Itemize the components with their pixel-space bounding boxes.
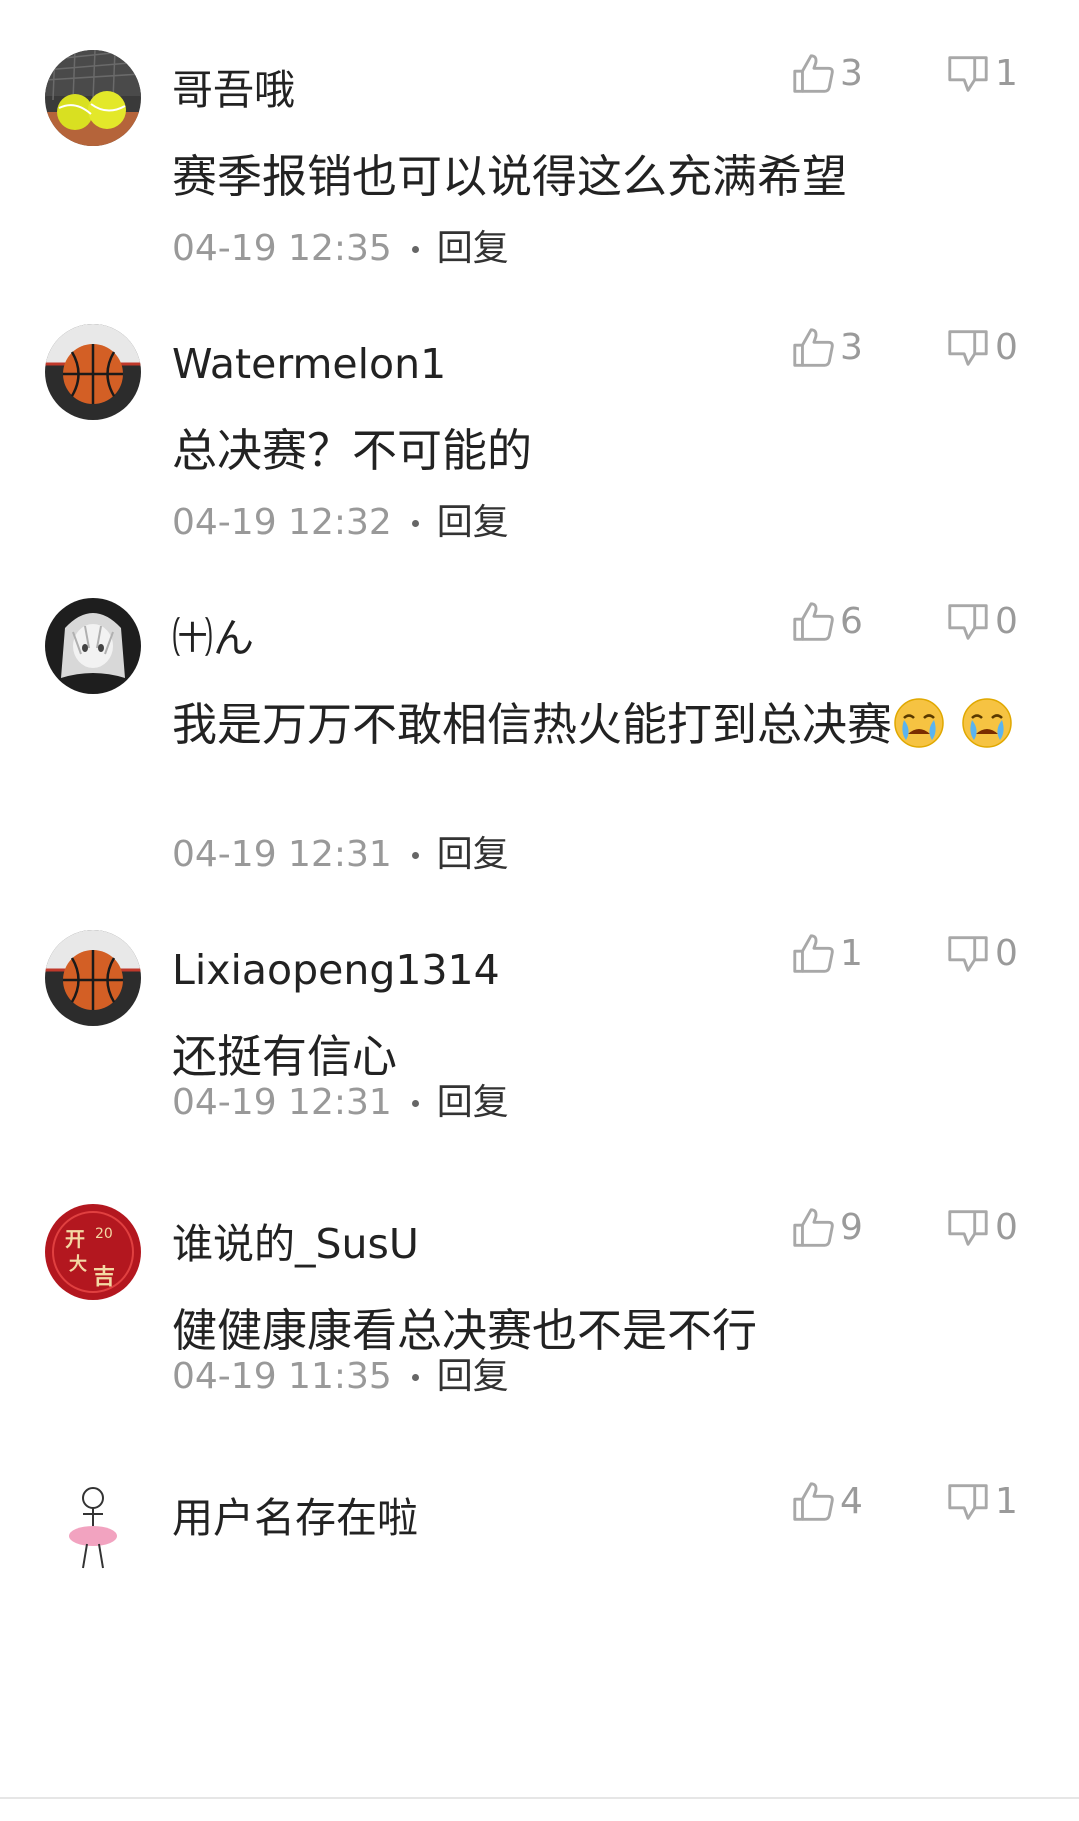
comment-item: ㈩ん 6 0 我是万万不敢相信热火能打到总决赛 04-19 12:31 回复 xyxy=(0,594,1079,914)
svg-text:20: 20 xyxy=(95,1226,113,1242)
avatar[interactable] xyxy=(45,930,141,1026)
comment-item: 用户名存在啦 4 1 xyxy=(0,1474,1079,1794)
like-button[interactable]: 1 xyxy=(790,928,863,980)
comment-text: 总决赛？不可能的 xyxy=(172,416,1022,486)
dislike-button[interactable]: 0 xyxy=(945,596,1018,648)
like-button[interactable]: 3 xyxy=(790,48,863,100)
comment-text-body: 赛季报销也可以说得这么充满希望 xyxy=(172,150,848,203)
reply-button[interactable]: 回复 xyxy=(437,226,509,272)
kai-men-da-ji-avatar-image: 开 20 大 吉 xyxy=(45,1204,141,1300)
dislike-button[interactable]: 1 xyxy=(945,48,1018,100)
comment-item: Lixiaopeng1314 1 0 还挺有信心 04-19 12:31 回复 xyxy=(0,926,1079,1246)
comment-bubble-icon xyxy=(948,936,988,972)
timestamp: 04-19 12:31 xyxy=(172,834,392,875)
comment-text: 赛季报销也可以说得这么充满希望 xyxy=(172,142,1022,212)
separator-dot xyxy=(411,851,419,859)
like-count: 9 xyxy=(840,1207,863,1248)
avatar[interactable] xyxy=(45,50,141,146)
like-count: 6 xyxy=(840,601,863,642)
comment-text-body: 健健康康看总决赛也不是不行 xyxy=(172,1304,758,1357)
dislike-count: 1 xyxy=(995,53,1018,94)
reply-button[interactable]: 回复 xyxy=(437,1080,509,1126)
timestamp: 04-19 11:35 xyxy=(172,1356,392,1397)
thumbs-up-icon xyxy=(793,602,834,641)
like-count: 3 xyxy=(840,53,863,94)
basketball-avatar-image xyxy=(45,324,141,420)
comment-item: 哥吾哦 3 1 赛季报销也可以说得这么充满希望 04-19 12:35 回复 xyxy=(0,46,1079,366)
username[interactable]: 哥吾哦 xyxy=(172,64,295,116)
comment-bubble-icon xyxy=(948,330,988,366)
dislike-button[interactable]: 0 xyxy=(945,322,1018,374)
comment-bubble-icon xyxy=(948,1484,988,1520)
like-count: 3 xyxy=(840,327,863,368)
thumbs-up-icon xyxy=(793,1208,834,1247)
anime-girl-avatar-image xyxy=(45,598,141,694)
separator-dot xyxy=(411,1373,419,1381)
comment-text-body: 还挺有信心 xyxy=(172,1030,398,1083)
avatar[interactable]: 开 20 大 吉 xyxy=(45,1204,141,1300)
like-button[interactable]: 3 xyxy=(790,322,863,374)
dislike-count: 0 xyxy=(995,933,1018,974)
dislike-count: 0 xyxy=(995,327,1018,368)
reply-button[interactable]: 回复 xyxy=(437,500,509,546)
like-count: 1 xyxy=(840,933,863,974)
comment-meta: 04-19 11:35 回复 xyxy=(172,1354,509,1400)
comment-meta: 04-19 12:35 回复 xyxy=(172,226,509,272)
crying-face-emoji xyxy=(960,696,1014,750)
reply-button[interactable]: 回复 xyxy=(437,832,509,878)
comment-meta: 04-19 12:31 回复 xyxy=(172,1080,509,1126)
basketball-avatar-image xyxy=(45,930,141,1026)
dislike-count: 0 xyxy=(995,1207,1018,1248)
timestamp: 04-19 12:31 xyxy=(172,1082,392,1123)
dislike-button[interactable]: 1 xyxy=(945,1476,1018,1528)
timestamp: 04-19 12:35 xyxy=(172,228,392,269)
tennis-balls-avatar-image xyxy=(45,50,141,146)
separator-dot xyxy=(411,245,419,253)
avatar[interactable] xyxy=(45,598,141,694)
reply-button[interactable]: 回复 xyxy=(437,1354,509,1400)
like-button[interactable]: 9 xyxy=(790,1202,863,1254)
username[interactable]: 谁说的_SusU xyxy=(172,1218,419,1270)
comment-bubble-icon xyxy=(948,1210,988,1246)
dislike-button[interactable]: 0 xyxy=(945,928,1018,980)
like-button[interactable]: 6 xyxy=(790,596,863,648)
dislike-button[interactable]: 0 xyxy=(945,1202,1018,1254)
like-button[interactable]: 4 xyxy=(790,1476,863,1528)
divider xyxy=(0,1797,1079,1799)
dislike-count: 0 xyxy=(995,601,1018,642)
dancer-avatar-image xyxy=(45,1478,141,1574)
svg-text:大: 大 xyxy=(69,1253,87,1275)
thumbs-up-icon xyxy=(793,328,834,367)
comment-item: 开 20 大 吉 谁说的_SusU 9 0 健健康康看总决赛也不是不行 04-1… xyxy=(0,1200,1079,1520)
username[interactable]: Lixiaopeng1314 xyxy=(172,944,500,996)
comment-meta: 04-19 12:31 回复 xyxy=(172,832,509,878)
comment-bubble-icon xyxy=(948,604,988,640)
avatar[interactable] xyxy=(45,324,141,420)
thumbs-up-icon xyxy=(793,1482,834,1521)
svg-text:吉: 吉 xyxy=(93,1264,115,1290)
timestamp: 04-19 12:32 xyxy=(172,502,392,543)
comment-bubble-icon xyxy=(948,56,988,92)
comment-text: 我是万万不敢相信热火能打到总决赛 xyxy=(172,690,1022,760)
dislike-count: 1 xyxy=(995,1481,1018,1522)
username[interactable]: Watermelon1 xyxy=(172,338,446,390)
username[interactable]: 用户名存在啦 xyxy=(172,1492,418,1544)
comment-meta: 04-19 12:32 回复 xyxy=(172,500,509,546)
crying-face-emoji xyxy=(892,696,946,750)
thumbs-up-icon xyxy=(793,54,834,93)
comment-text-body: 总决赛？不可能的 xyxy=(172,424,533,477)
thumbs-up-icon xyxy=(793,934,834,973)
separator-dot xyxy=(411,519,419,527)
like-count: 4 xyxy=(840,1481,863,1522)
username[interactable]: ㈩ん xyxy=(172,612,254,664)
separator-dot xyxy=(411,1099,419,1107)
comment-item: Watermelon1 3 0 总决赛？不可能的 04-19 12:32 回复 xyxy=(0,320,1079,640)
svg-text:开: 开 xyxy=(65,1227,85,1251)
comment-text-body: 我是万万不敢相信热火能打到总决赛 xyxy=(172,698,893,751)
avatar[interactable] xyxy=(45,1478,141,1574)
